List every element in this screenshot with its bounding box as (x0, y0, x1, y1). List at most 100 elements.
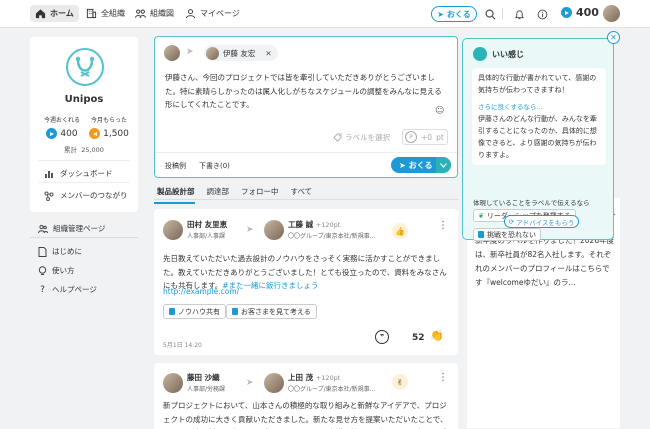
label-badge-text: ノウハウ共有 (178, 307, 220, 316)
link-help[interactable]: ? ヘルプページ (38, 284, 97, 295)
recipient-points: +120pt (315, 374, 341, 382)
question-icon: ? (40, 284, 45, 295)
received-value: 1,500 (103, 128, 129, 139)
sender-dept: 人事部/人事課 (187, 233, 226, 240)
get-advice-button[interactable]: ⟳ アドバイスをもらう (504, 215, 579, 228)
sent-stat: 今週おくれる 400 (38, 115, 86, 139)
link-how-to-use-label: 使い方 (52, 266, 75, 275)
link-help-label: ヘルプページ (52, 285, 97, 294)
nav-org-chart-label: 組織図 (150, 9, 174, 18)
org-chart-icon (135, 9, 146, 18)
search-icon[interactable] (483, 7, 497, 21)
post-recipient[interactable]: 工藤 誠 +120pt 〇〇グループ/東京本社/新規事... (264, 219, 375, 240)
tag-icon (333, 133, 342, 142)
received-stat: 今月もらった 1,500 (85, 115, 133, 139)
send-button[interactable]: ➤ おくる (391, 157, 451, 173)
post-message: 新プロジェクトにおいて、山本さんの積極的な取り組みと新鮮なアイデアで、プロジェク… (163, 401, 448, 429)
arrow-right-icon: ➤ (246, 378, 254, 388)
tab-all[interactable]: すべて (291, 186, 313, 204)
examples-link[interactable]: 投稿例 (165, 161, 186, 171)
top-bar: ホーム 全組織 組織図 マイページ ➤ おくる 400 (0, 0, 650, 28)
received-label: 今月もらった (90, 117, 127, 124)
tab-product-design[interactable]: 製品設計部 (154, 186, 195, 204)
nav-org-chart[interactable]: 組織図 (130, 5, 179, 22)
recipient-points: +120pt (315, 221, 341, 229)
advice-avatar-icon (473, 47, 487, 61)
nav-mypage[interactable]: マイページ (180, 5, 245, 22)
clap-icon[interactable]: 👏 (430, 329, 444, 342)
label-badge-text: お客さまを見て考える (241, 307, 311, 316)
header-send-button[interactable]: ➤ おくる (431, 6, 477, 22)
label-select-placeholder: ラベルを選択 (345, 133, 390, 142)
link-how-to-use[interactable]: 使い方 (38, 265, 75, 276)
post-sender[interactable]: 田村 友里恵 人事部/人事課 (163, 219, 227, 240)
thumbs-up-icon[interactable]: 👍 (392, 223, 408, 239)
advice-popover: いい感じ 具体的な行動が書かれていて、感謝の気持ちが伝わってきますね！ さらに良… (462, 38, 614, 241)
menu-connections-label: メンバーのつながり (60, 191, 128, 200)
label-icon (478, 231, 484, 238)
label-badge[interactable]: ノウハウ共有 (163, 304, 226, 319)
label-select[interactable]: ラベルを選択 (333, 132, 390, 143)
post-card: 藤田 沙織 人事部/労務課 ➤ 上田 茂 +120pt 〇〇グループ/東京本社/新規… (154, 363, 458, 429)
post-link[interactable]: http://example.com/ (163, 287, 239, 296)
sender-name: 藤田 沙織 (187, 373, 220, 382)
post-recipient[interactable]: 上田 茂 +120pt 〇〇グループ/東京本社/新規事... (264, 372, 375, 393)
nav-all-orgs[interactable]: 全組織 (81, 5, 130, 22)
compose-card: ➤ 伊藤 友宏 ✕ 伊藤さん、今回のプロジェクトでは皆を牽引していただきありがと… (154, 36, 458, 178)
advice-bubble-good: 具体的な行動が書かれていて、感謝の気持ちが伝わってきますね！ (472, 68, 606, 100)
tab-procurement[interactable]: 調達部 (207, 186, 230, 204)
advice-chip[interactable]: 挑戦を恐れない (473, 228, 541, 241)
advice-title: いい感じ (492, 49, 524, 59)
total-value: 25,000 (81, 146, 104, 154)
arrow-right-icon: ➤ (246, 225, 254, 235)
lightbulb-icon (38, 265, 47, 275)
profile-name: Unipos (64, 94, 104, 105)
more-options-icon[interactable]: ⋮ (438, 221, 448, 231)
recipient-avatar (264, 372, 284, 393)
refresh-icon: ⟳ (508, 217, 515, 226)
message-textarea[interactable]: 伊藤さん、今回のプロジェクトでは皆を牽引していただきありがとうございました。特に… (165, 71, 445, 112)
total-label: 累計 (64, 146, 78, 154)
chart-icon (45, 170, 53, 178)
recipient-chip[interactable]: 伊藤 友宏 ✕ (204, 45, 278, 61)
label-icon (232, 308, 238, 315)
home-icon (35, 9, 46, 19)
send-button-label: おくる (408, 160, 433, 170)
menu-dashboard[interactable]: ダッシュボード (44, 168, 113, 179)
label-icon (169, 308, 175, 315)
nav-home[interactable]: ホーム (30, 5, 79, 22)
comment-icon[interactable]: ❞ (375, 330, 389, 344)
tab-following[interactable]: フォロー中 (241, 186, 279, 204)
advice-labels-caption: 体現していることをラベルで伝えるなら (473, 199, 590, 207)
side-divider (30, 237, 138, 238)
recipient-avatar (206, 46, 219, 60)
points-input[interactable]: P +0 pt (402, 129, 448, 145)
emoji-icon[interactable]: ☺ (435, 106, 444, 116)
label-badge[interactable]: お客さまを見て考える (226, 304, 317, 319)
advice-bubble-better: さらに良くするなら… 伊藤さんのどんな行動が、みんなを牽引することになったのか、… (472, 97, 606, 165)
get-advice-label: アドバイスをもらう (516, 218, 575, 227)
advice-title-row: いい感じ (473, 47, 524, 61)
profile-card: Unipos 今週おくれる 400 今月もらった 1,500 累計 25,000… (30, 37, 138, 212)
post-date: 5月1日 14:20 (163, 342, 202, 349)
close-icon[interactable]: ✕ (607, 31, 620, 44)
more-options-icon[interactable]: ⋮ (438, 373, 448, 383)
bell-icon[interactable] (512, 7, 526, 21)
peace-hand-icon[interactable]: ✌ (392, 374, 408, 390)
my-avatar (164, 45, 180, 61)
header-divider (502, 8, 503, 20)
clap-count: 52 (412, 333, 425, 343)
drafts-link[interactable]: 下書き(0) (199, 161, 230, 171)
remove-recipient-icon[interactable]: ✕ (265, 49, 271, 58)
link-getting-started[interactable]: はじめに (38, 246, 82, 257)
unipos-logo (66, 48, 104, 86)
feed-tabs: 製品設計部 調達部 フォロー中 すべて (154, 186, 312, 204)
menu-connections[interactable]: メンバーのつながり (44, 190, 128, 201)
user-avatar[interactable] (603, 5, 620, 22)
link-org-admin[interactable]: 組織管理ページ (38, 223, 105, 234)
post-sender[interactable]: 藤田 沙織 人事部/労務課 (163, 372, 225, 393)
recipient-name: 伊藤 友宏 (223, 48, 256, 58)
nav-home-label: ホーム (50, 9, 74, 18)
chevron-down-icon[interactable] (436, 157, 451, 173)
info-icon[interactable] (535, 7, 549, 21)
